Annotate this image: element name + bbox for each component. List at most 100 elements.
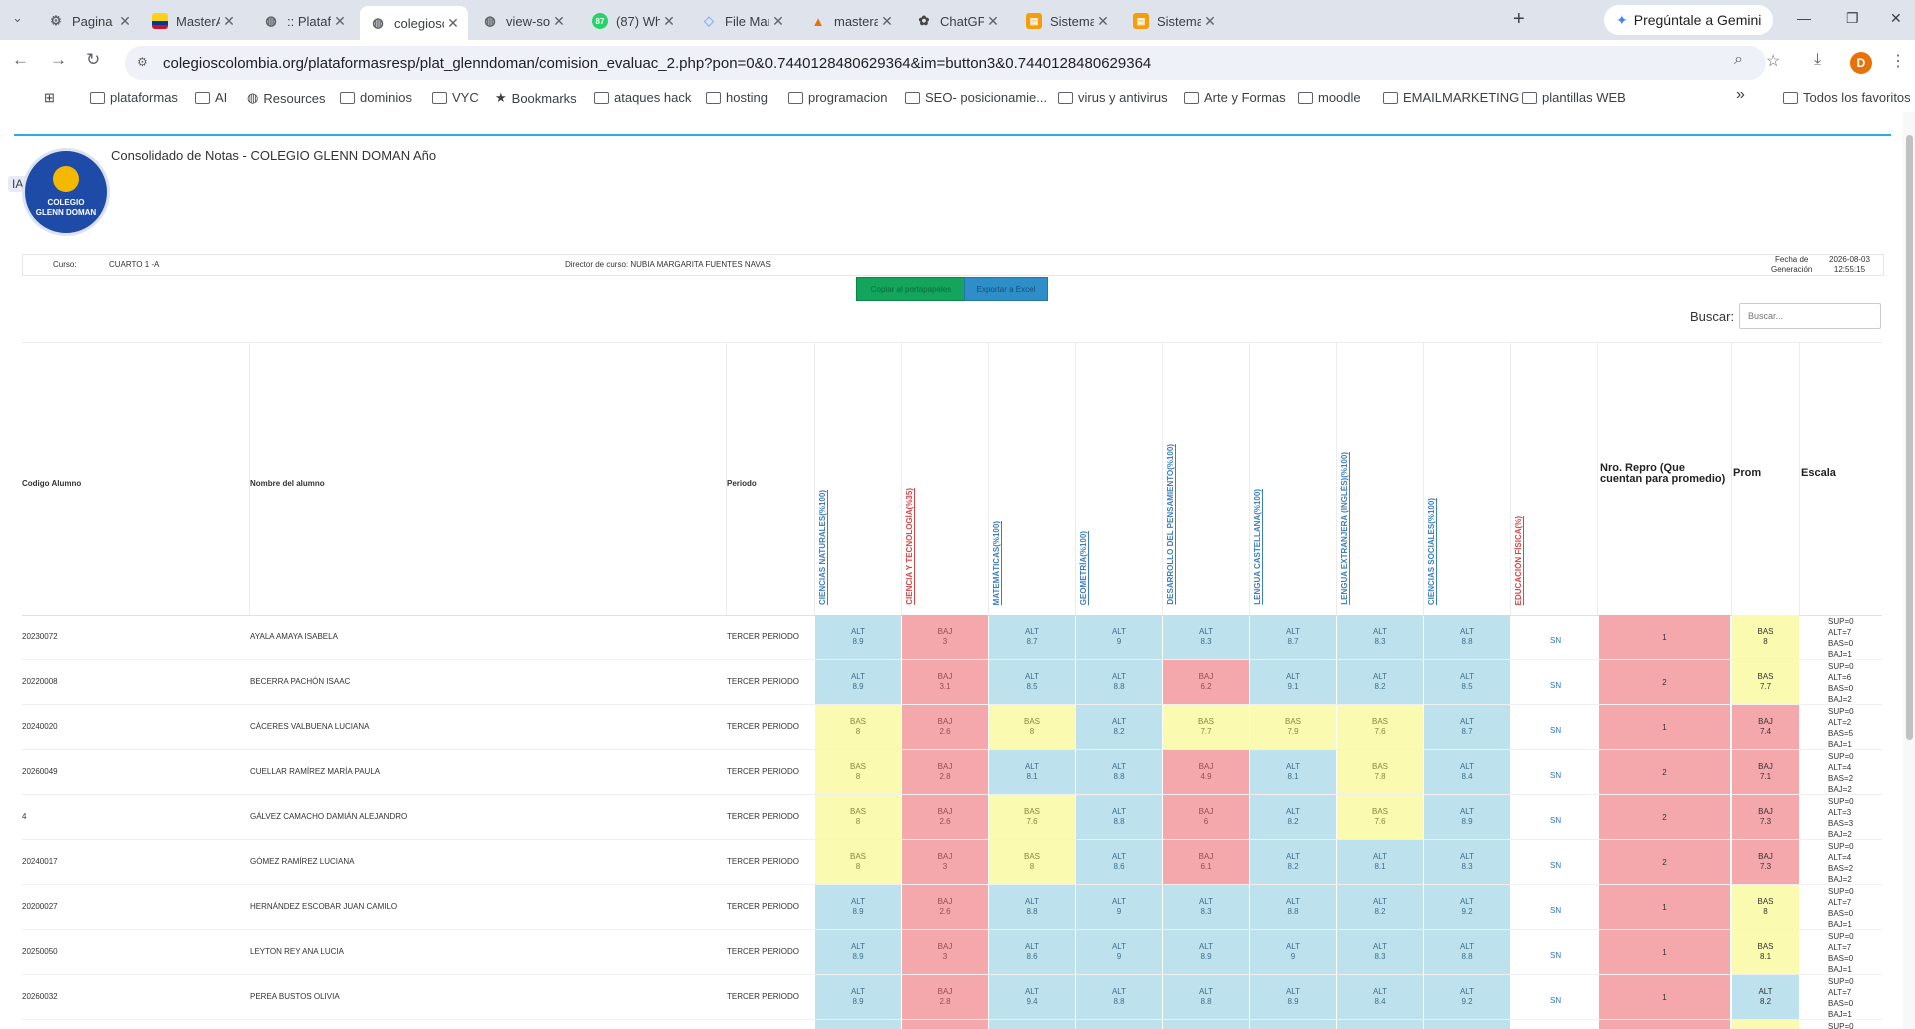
table-row[interactable]: 20240020 CÁCERES VALBUENA LUCIANA TERCER P… <box>22 704 1882 750</box>
ef-grade-link[interactable]: SN <box>1550 951 1561 960</box>
site-info-icon[interactable]: ⚙ <box>137 55 153 71</box>
ef-grade-link[interactable]: SN <box>1550 906 1561 915</box>
ef-grade-link[interactable]: SN <box>1550 636 1561 645</box>
header-subject[interactable]: GEOMETRÍA(%100) <box>1079 531 1088 605</box>
grade-value: 8.8 <box>1113 682 1125 691</box>
close-tab-icon[interactable]: ✕ <box>878 13 896 30</box>
grade-level: ALT <box>1024 942 1040 951</box>
close-tab-icon[interactable]: ✕ <box>1094 13 1112 30</box>
menu-icon[interactable]: ⋮ <box>1890 51 1906 71</box>
table-row[interactable]: 20250050 LEYTON REY ANA LUCIA TERCER PERIO… <box>22 929 1882 975</box>
address-bar[interactable]: ⚙ colegioscolombia.org/plataformasresp/p… <box>125 46 1766 80</box>
tab-5[interactable]: ◍ view-source✕ <box>472 6 574 36</box>
tab-2[interactable]: MasterAcad✕ <box>142 6 244 36</box>
bookmark-item[interactable]: EMAILMARKETING <box>1383 90 1519 105</box>
table-row[interactable]: 20260032 PEREA BUSTOS OLIVIA TERCER PERIOD… <box>22 974 1882 1020</box>
apps-grid-icon[interactable]: ⊞ <box>44 90 55 106</box>
header-subject[interactable]: CIENCIAS SOCIALES(%100) <box>1427 498 1436 605</box>
header-escala[interactable]: Escala <box>1801 468 1836 479</box>
reload-icon[interactable]: ↻ <box>86 50 100 70</box>
header-subject[interactable]: DESARROLLO DEL PENSAMIENTO(%100) <box>1166 444 1175 605</box>
close-tab-icon[interactable]: ✕ <box>116 13 134 30</box>
tab-9[interactable]: ✿ ChatGPT - c✕ <box>906 6 1008 36</box>
all-bookmarks[interactable]: Todos los favoritos <box>1783 90 1911 105</box>
bookmark-item[interactable]: moodle <box>1298 90 1361 105</box>
header-subject[interactable]: MATEMÁTICAS(%100) <box>992 521 1001 605</box>
close-tab-icon[interactable]: ✕ <box>220 13 238 30</box>
export-excel-button[interactable]: Exportar a Excel <box>964 277 1048 301</box>
tab-11[interactable]: ▤ Sistema de✕ <box>1123 6 1225 36</box>
header-subject[interactable]: EDUCACIÓN FÍSICA(%) <box>1514 516 1523 605</box>
tab-7[interactable]: ◇ File Manag✕ <box>691 6 793 36</box>
bookmark-item[interactable]: dominios <box>340 90 412 105</box>
table-row[interactable]: 4 GÁLVEZ CAMACHO DAMIÁN ALEJANDRO TERCER P… <box>22 794 1882 840</box>
header-subject[interactable]: CIENCIAS NATURALES(%100) <box>818 490 827 605</box>
grade-value: 9.2 <box>1461 907 1473 916</box>
bookmark-item[interactable]: VYC <box>432 90 479 105</box>
close-tab-icon[interactable]: ✕ <box>769 13 787 30</box>
bookmark-item[interactable]: hosting <box>706 90 768 105</box>
ef-grade-link[interactable]: SN <box>1550 996 1561 1005</box>
close-tab-icon[interactable]: ✕ <box>444 15 462 32</box>
bookmarks-overflow-icon[interactable]: » <box>1736 86 1745 104</box>
table-row[interactable]: 20220008 BECERRA PACHÓN ISAAC TERCER PERIO… <box>22 659 1882 705</box>
close-tab-icon[interactable]: ✕ <box>550 13 568 30</box>
grade-cell: ALT 8.8 <box>1163 975 1249 1019</box>
tab-8[interactable]: ▲ masteracad✕ <box>800 6 902 36</box>
ef-grade-link[interactable]: SN <box>1550 816 1561 825</box>
bookmark-star-icon[interactable]: ☆ <box>1766 51 1780 71</box>
search-input[interactable] <box>1739 303 1881 329</box>
grade-cell: BAS 7.6 <box>989 795 1075 839</box>
tab-3[interactable]: ◍:: Platafor✕ <box>253 6 355 36</box>
bookmark-item[interactable]: plantillas WEB <box>1522 90 1626 105</box>
bookmark-item[interactable]: programacion <box>788 90 888 105</box>
back-icon[interactable]: ← <box>12 50 29 70</box>
close-window-icon[interactable]: ✕ <box>1890 10 1902 27</box>
tab-10[interactable]: ▤ Sistema de✕ <box>1016 6 1118 36</box>
tab-1[interactable]: ⚙ Pagina de C✕ <box>38 6 140 36</box>
table-row[interactable]: 20200027 HERNÁNDEZ ESCOBAR JUAN CAMILO TER… <box>22 884 1882 930</box>
ef-grade-link[interactable]: SN <box>1550 726 1561 735</box>
forward-icon[interactable]: → <box>50 50 67 70</box>
download-icon[interactable]: ⤓ <box>1814 51 1821 69</box>
profile-avatar[interactable]: D <box>1850 52 1872 74</box>
header-nrepro[interactable]: Nro. Repro (Que cuentan para promedio) <box>1600 463 1730 485</box>
tab-6[interactable]: 87 (87) WhatsA✕ <box>582 6 684 36</box>
gemini-button[interactable]: ✦ Pregúntale a Gemini <box>1604 5 1774 35</box>
bookmark-item[interactable]: ◍ Resources <box>247 90 325 106</box>
header-periodo[interactable]: Periodo <box>727 479 757 488</box>
table-row[interactable]: 20230072 AYALA AMAYA ISABELA TERCER PERIOD… <box>22 614 1882 660</box>
bookmark-item[interactable]: SEO- posicionamie... <box>905 90 1047 105</box>
ef-grade-link[interactable]: SN <box>1550 861 1561 870</box>
copy-clipboard-button[interactable]: Copiar al portapapeles <box>856 277 966 301</box>
header-nombre[interactable]: Nombre del alumno <box>250 479 325 488</box>
close-tab-icon[interactable]: ✕ <box>660 13 678 30</box>
bookmark-item[interactable]: ★ Bookmarks <box>495 90 577 106</box>
tab-4[interactable]: ◍ colegioscol✕ <box>360 6 468 40</box>
table-row[interactable]: 20240017 GÓMEZ RAMÍREZ LUCIANA TERCER PERI… <box>22 839 1882 885</box>
bookmark-item[interactable]: ataques hack <box>594 90 691 105</box>
header-subject[interactable]: CIENCIA Y TECNOLOGÍA(%35) <box>905 488 914 605</box>
restore-icon[interactable]: ❐ <box>1846 10 1859 27</box>
tab-search-icon[interactable]: ⌄ <box>12 10 23 26</box>
header-subject[interactable]: LENGUA CASTELLANA(%100) <box>1253 489 1262 605</box>
close-tab-icon[interactable]: ✕ <box>331 13 349 30</box>
bookmark-item[interactable]: Arte y Formas <box>1184 90 1286 105</box>
bookmark-item[interactable]: virus y antivirus <box>1058 90 1168 105</box>
header-codigo[interactable]: Codigo Alumno <box>22 479 81 488</box>
header-subject[interactable]: LENGUA EXTRANJERA (INGLÉS)(%100) <box>1340 452 1349 605</box>
header-prom[interactable]: Prom <box>1733 468 1761 479</box>
new-tab-button[interactable]: + <box>1513 8 1525 31</box>
zoom-icon[interactable]: ⌕ <box>1734 51 1743 69</box>
ef-grade-link[interactable]: SN <box>1550 681 1561 690</box>
minimize-icon[interactable]: — <box>1797 10 1811 26</box>
table-row[interactable]: 20260049 CUELLAR RAMÍREZ MARÍA PAULA TERCE… <box>22 749 1882 795</box>
scrollbar-thumb[interactable] <box>1906 135 1913 740</box>
ef-grade-link[interactable]: SN <box>1550 771 1561 780</box>
close-tab-icon[interactable]: ✕ <box>1201 13 1219 30</box>
url-text[interactable]: colegioscolombia.org/plataformasresp/pla… <box>163 55 1151 72</box>
close-tab-icon[interactable]: ✕ <box>984 13 1002 30</box>
table-row-partial[interactable]: SUP=0 <box>22 1019 1882 1029</box>
bookmark-item[interactable]: AI <box>195 90 227 105</box>
bookmark-item[interactable]: plataformas <box>90 90 178 105</box>
